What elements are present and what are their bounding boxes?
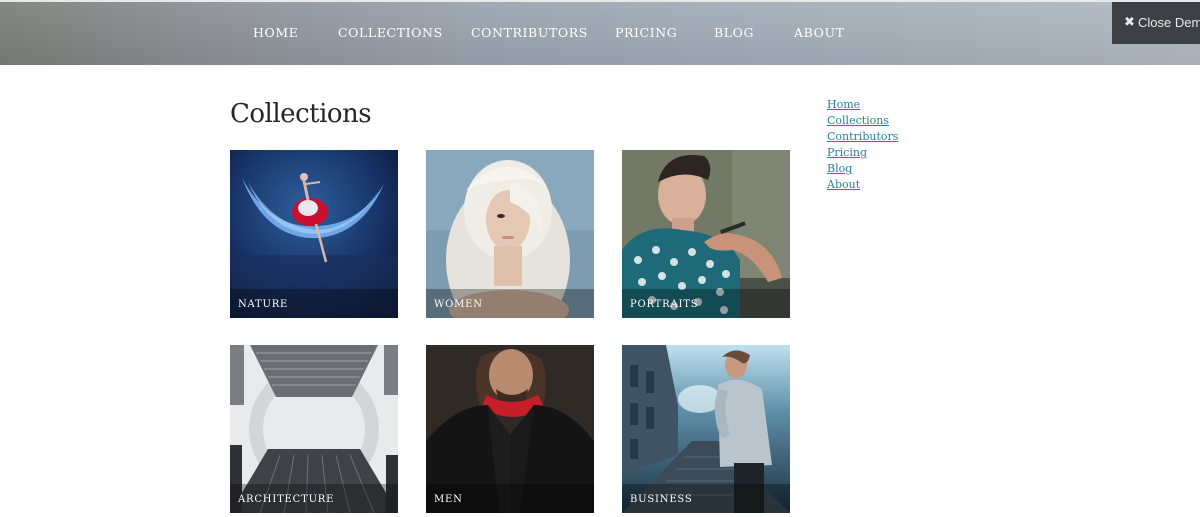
sidebar-link-about[interactable]: About — [827, 177, 898, 193]
collection-tile-portraits[interactable]: PORTRAITS — [622, 150, 790, 318]
caption-bar: WOMEN — [426, 289, 594, 318]
top-edge — [0, 0, 1200, 2]
caption-bar: BUSINESS — [622, 484, 790, 513]
sidebar-link-contributors[interactable]: Contributors — [827, 129, 898, 145]
collection-tile-women[interactable]: WOMEN — [426, 150, 594, 318]
nav-blog[interactable]: BLOG — [714, 25, 754, 40]
collection-label: WOMEN — [434, 299, 483, 310]
sidebar-link-home[interactable]: Home — [827, 97, 898, 113]
collection-tile-men[interactable]: MEN — [426, 345, 594, 513]
sidebar-link-blog[interactable]: Blog — [827, 161, 898, 177]
caption-bar: MEN — [426, 484, 594, 513]
sidebar-link-pricing[interactable]: Pricing — [827, 145, 898, 161]
nav-about[interactable]: ABOUT — [794, 25, 845, 40]
collection-label: MEN — [434, 494, 463, 505]
collection-tile-nature[interactable]: NATURE — [230, 150, 398, 318]
close-demo-label: Close Demo — [1138, 15, 1200, 30]
caption-bar: PORTRAITS — [622, 289, 790, 318]
page-title: Collections — [230, 99, 372, 129]
sidebar-links: Home Collections Contributors Pricing Bl… — [827, 97, 898, 193]
nav-home[interactable]: HOME — [253, 25, 298, 40]
nav-contributors[interactable]: CONTRIBUTORS — [471, 25, 588, 40]
collection-tile-business[interactable]: BUSINESS — [622, 345, 790, 513]
caption-bar: NATURE — [230, 289, 398, 318]
collection-label: NATURE — [238, 299, 289, 310]
collection-label: PORTRAITS — [630, 299, 699, 310]
close-icon: ✖ — [1124, 14, 1135, 29]
nav-pricing[interactable]: PRICING — [615, 25, 677, 40]
collection-label: BUSINESS — [630, 494, 693, 505]
sidebar-link-collections[interactable]: Collections — [827, 113, 898, 129]
header-bar — [0, 0, 1200, 65]
collection-tile-architecture[interactable]: ARCHITECTURE — [230, 345, 398, 513]
caption-bar: ARCHITECTURE — [230, 484, 398, 513]
collection-label: ARCHITECTURE — [238, 494, 335, 505]
close-demo-button[interactable]: ✖ Close Demo — [1112, 2, 1200, 44]
nav-collections[interactable]: COLLECTIONS — [338, 25, 443, 40]
